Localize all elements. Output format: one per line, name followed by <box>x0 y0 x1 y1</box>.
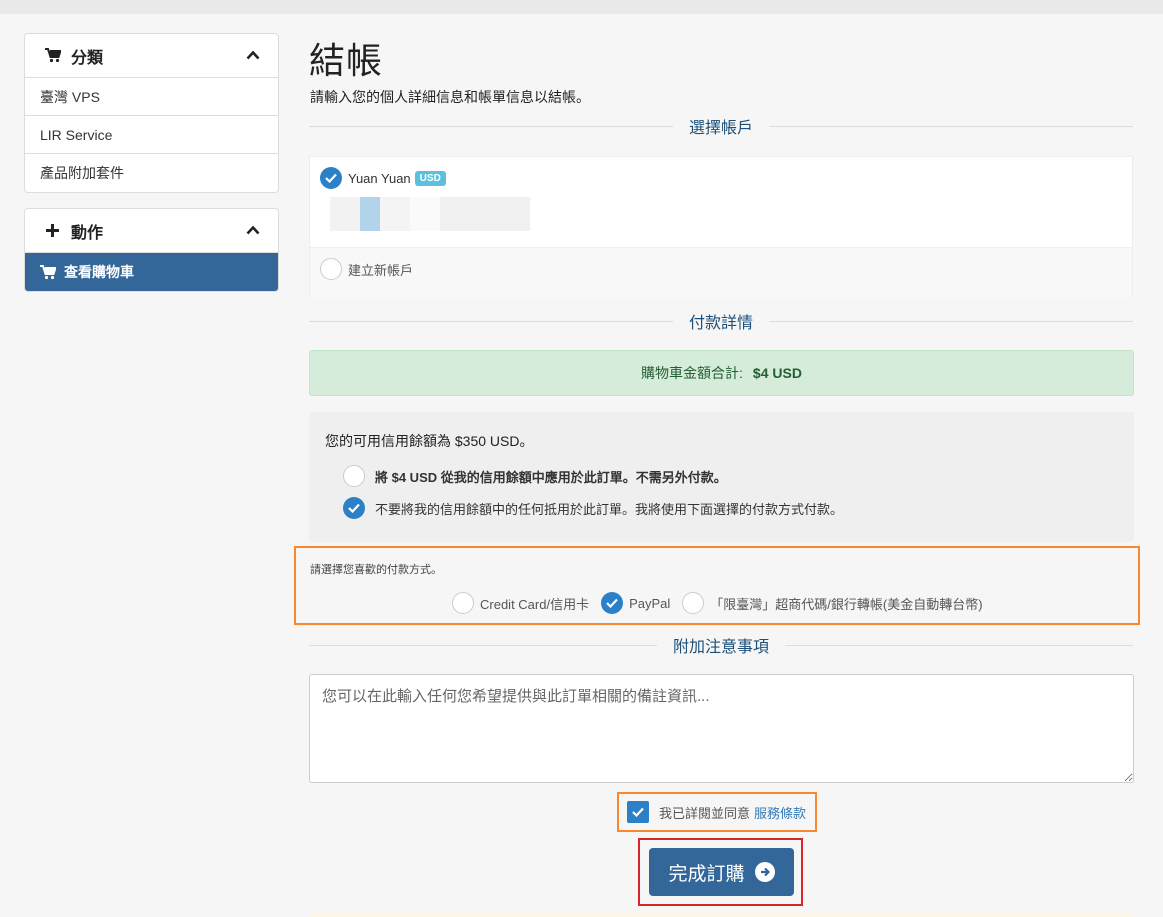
account-option-new[interactable]: 建立新帳戶 <box>320 258 413 280</box>
page-title: 結帳 <box>309 40 384 81</box>
new-account-label: 建立新帳戶 <box>348 262 414 278</box>
section-title-payment: 付款詳情 <box>673 309 770 333</box>
arrow-right-circle-icon <box>754 862 775 882</box>
new-account-row: 建立新帳戶 <box>310 247 1132 298</box>
submit-highlight: 完成訂購 <box>638 838 803 906</box>
complete-order-label: 完成訂購 <box>668 863 745 885</box>
check-icon[interactable] <box>343 497 365 519</box>
redacted-account-details <box>330 197 530 231</box>
radio-icon[interactable] <box>452 592 474 614</box>
credit-option-skip[interactable]: 不要將我的信用餘額中的任何抵用於此訂單。我將使用下面選擇的付款方式付款。 <box>343 497 843 519</box>
cart-icon <box>40 264 56 280</box>
page-subtitle: 請輸入您的個人詳細信息和帳單信息以結帳。 <box>310 89 590 105</box>
sidebar-item-taiwan-vps[interactable]: 臺灣 VPS <box>25 78 278 116</box>
account-name: Yuan Yuan <box>348 170 411 186</box>
sidebar-item-view-cart[interactable]: 查看購物車 <box>25 253 278 291</box>
chevron-up-icon[interactable] <box>246 47 260 65</box>
total-value: $4 USD <box>752 365 802 381</box>
plus-icon <box>45 223 63 238</box>
cart-icon <box>45 48 63 63</box>
categories-title: 分類 <box>71 49 104 67</box>
top-bar <box>0 0 1163 14</box>
sidebar-item-lir-service[interactable]: LIR Service <box>25 116 278 154</box>
credit-option-skip-label: 不要將我的信用餘額中的任何抵用於此訂單。我將使用下面選擇的付款方式付款。 <box>375 501 844 517</box>
actions-panel: 動作 查看購物車 <box>24 208 279 292</box>
account-option-existing[interactable]: Yuan Yuan USD <box>320 167 446 189</box>
sidebar-item-addons[interactable]: 產品附加套件 <box>25 154 278 192</box>
credit-balance-title: 您的可用信用餘額為 $350 USD。 <box>325 433 534 449</box>
payment-method-section: 請選擇您喜歡的付款方式。 Credit Card/信用卡 PayPal 「限臺灣… <box>294 546 1140 625</box>
actions-panel-header[interactable]: 動作 <box>25 209 278 253</box>
radio-icon[interactable] <box>320 258 342 280</box>
section-title-account: 選擇帳戶 <box>673 114 770 138</box>
sidebar-item-label: LIR Service <box>40 126 113 143</box>
check-icon[interactable] <box>320 167 342 189</box>
actions-title: 動作 <box>71 224 104 242</box>
section-divider-payment: 付款詳情 <box>309 309 1134 333</box>
payment-method-credit-card[interactable]: Credit Card/信用卡 <box>452 592 589 614</box>
categories-panel-header[interactable]: 分類 <box>25 34 278 78</box>
sidebar-item-label: 產品附加套件 <box>40 165 124 181</box>
chevron-up-icon[interactable] <box>246 222 260 240</box>
sidebar-item-label: 臺灣 VPS <box>40 88 100 105</box>
payment-method-label: PayPal <box>629 595 671 611</box>
credit-balance-panel: 您的可用信用餘額為 $350 USD。 將 $4 USD 從我的信用餘額中應用於… <box>309 412 1134 542</box>
bottom-notice-strip <box>309 913 1133 917</box>
checkbox-checked-icon[interactable] <box>627 801 649 823</box>
credit-option-apply-label: 將 $4 USD 從我的信用餘額中應用於此訂單。不需另外付款。 <box>375 469 727 485</box>
payment-method-options: Credit Card/信用卡 PayPal 「限臺灣」超商代碼/銀行轉帳(美金… <box>452 592 995 614</box>
section-divider-account: 選擇帳戶 <box>309 114 1134 138</box>
tos-text: 我已詳閱並同意 <box>659 805 751 821</box>
account-selector: Yuan Yuan USD 建立新帳戶 <box>309 156 1133 298</box>
radio-icon[interactable] <box>682 592 705 614</box>
payment-method-prompt: 請選擇您喜歡的付款方式。 <box>310 564 442 576</box>
credit-option-apply[interactable]: 將 $4 USD 從我的信用餘額中應用於此訂單。不需另外付款。 <box>343 465 727 487</box>
tos-link[interactable]: 服務條款 <box>754 803 806 822</box>
payment-method-bank-transfer[interactable]: 「限臺灣」超商代碼/銀行轉帳(美金自動轉台幣) <box>682 592 983 614</box>
tos-agreement[interactable]: 我已詳閱並同意 服務條款 <box>617 792 817 832</box>
currency-badge: USD <box>414 170 446 186</box>
payment-method-label: 「限臺灣」超商代碼/銀行轉帳(美金自動轉台幣) <box>710 596 983 612</box>
complete-order-button[interactable]: 完成訂購 <box>649 848 794 896</box>
payment-method-label: Credit Card/信用卡 <box>480 596 590 612</box>
total-label: 購物車金額合計: <box>641 365 743 381</box>
cart-total-banner: 購物車金額合計: $4 USD <box>309 350 1134 396</box>
section-title-notes: 附加注意事項 <box>657 633 786 657</box>
categories-panel: 分類 臺灣 VPS LIR Service 產品附加套件 <box>24 33 279 193</box>
payment-method-paypal[interactable]: PayPal <box>601 592 670 614</box>
radio-icon[interactable] <box>343 465 365 487</box>
check-icon[interactable] <box>601 592 624 614</box>
section-divider-notes: 附加注意事項 <box>309 633 1134 657</box>
sidebar-item-label: 查看購物車 <box>64 264 134 280</box>
order-notes-textarea[interactable] <box>309 674 1134 783</box>
